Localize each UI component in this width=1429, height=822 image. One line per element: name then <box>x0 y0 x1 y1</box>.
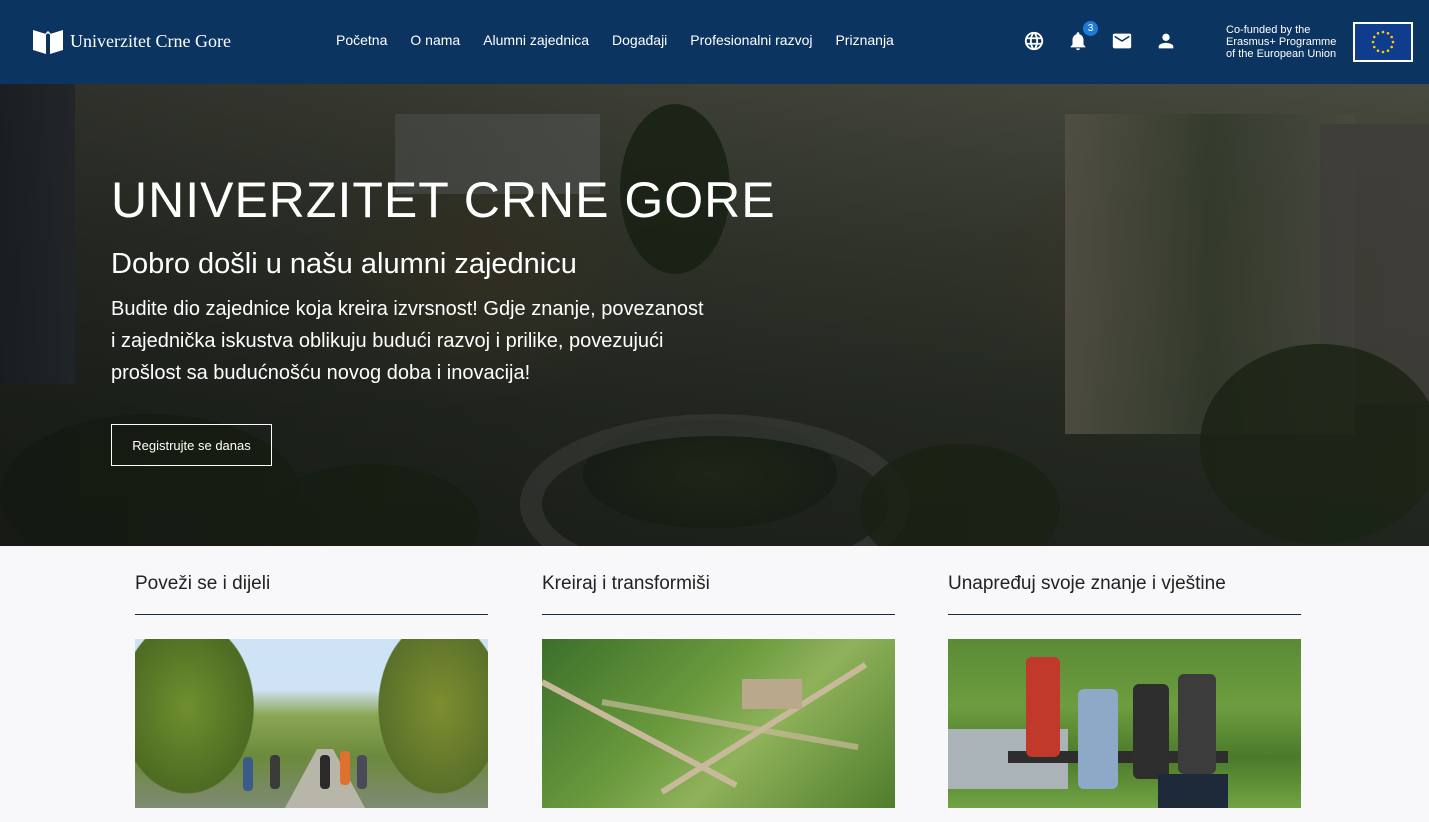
erasmus-line-2: Erasmus+ Programme <box>1226 36 1337 48</box>
nav-profesionalni-razvoj[interactable]: Profesionalni razvoj <box>690 32 812 48</box>
language-button[interactable] <box>1022 29 1046 53</box>
card-title: Kreiraj i transformiši <box>542 573 710 594</box>
site-logo[interactable]: Univerzitet Crne Gore <box>32 27 231 55</box>
card-title: Poveži se i dijeli <box>135 573 271 594</box>
nav-dogadjaji[interactable]: Događaji <box>612 32 667 48</box>
notification-count-badge: 3 <box>1083 21 1098 36</box>
card-divider <box>948 614 1301 615</box>
card-create[interactable]: Kreiraj i transformiši <box>542 546 895 808</box>
feature-cards: Poveži se i dijeli Kreiraj i transformiš… <box>0 546 1429 822</box>
globe-icon <box>1024 31 1044 51</box>
hero-content: UNIVERZITET CRNE GORE Dobro došli u našu… <box>111 172 776 466</box>
nav-priznanja[interactable]: Priznanja <box>835 32 893 48</box>
card-divider <box>542 614 895 615</box>
profile-button[interactable] <box>1154 29 1178 53</box>
register-button[interactable]: Registrujte se danas <box>111 424 272 466</box>
nav-o-nama[interactable]: O nama <box>410 32 460 48</box>
hero-subtitle: Dobro došli u našu alumni zajednicu <box>111 248 577 280</box>
hero-description: Budite dio zajednice koja kreira izvrsno… <box>111 298 704 384</box>
card-divider <box>135 614 488 615</box>
card-improve[interactable]: Unapređuj svoje znanje i vještine <box>948 546 1301 808</box>
logo-text: Univerzitet Crne Gore <box>70 30 231 51</box>
card-title: Unapređuj svoje znanje i vještine <box>948 573 1226 594</box>
card-image-students-bench[interactable] <box>948 639 1301 808</box>
nav-icon-group: 3 <box>1022 21 1198 53</box>
hero-banner: UNIVERZITET CRNE GORE Dobro došli u našu… <box>0 84 1429 546</box>
card-image-students-walking[interactable] <box>135 639 488 808</box>
hero-title: UNIVERZITET CRNE GORE <box>111 172 776 228</box>
card-connect[interactable]: Poveži se i dijeli <box>135 546 488 808</box>
book-logo-icon <box>33 30 63 54</box>
erasmus-line-1: Co-funded by the <box>1226 24 1311 36</box>
messages-button[interactable] <box>1110 29 1134 53</box>
main-nav: Početna O nama Alumni zajednica Događaji… <box>336 32 917 48</box>
eu-flag-icon <box>1353 22 1413 62</box>
notifications-button[interactable]: 3 <box>1066 21 1098 53</box>
user-icon <box>1158 33 1174 49</box>
erasmus-cofunded-badge: Co-funded by the Erasmus+ Programme of t… <box>1226 22 1413 62</box>
mail-icon <box>1112 33 1132 49</box>
card-image-campus-park[interactable] <box>542 639 895 808</box>
erasmus-line-3: of the European Union <box>1226 48 1337 60</box>
nav-alumni-zajednica[interactable]: Alumni zajednica <box>483 32 589 48</box>
nav-pocetna[interactable]: Početna <box>336 32 387 48</box>
top-navbar: Univerzitet Crne Gore Početna O nama Alu… <box>0 0 1429 84</box>
